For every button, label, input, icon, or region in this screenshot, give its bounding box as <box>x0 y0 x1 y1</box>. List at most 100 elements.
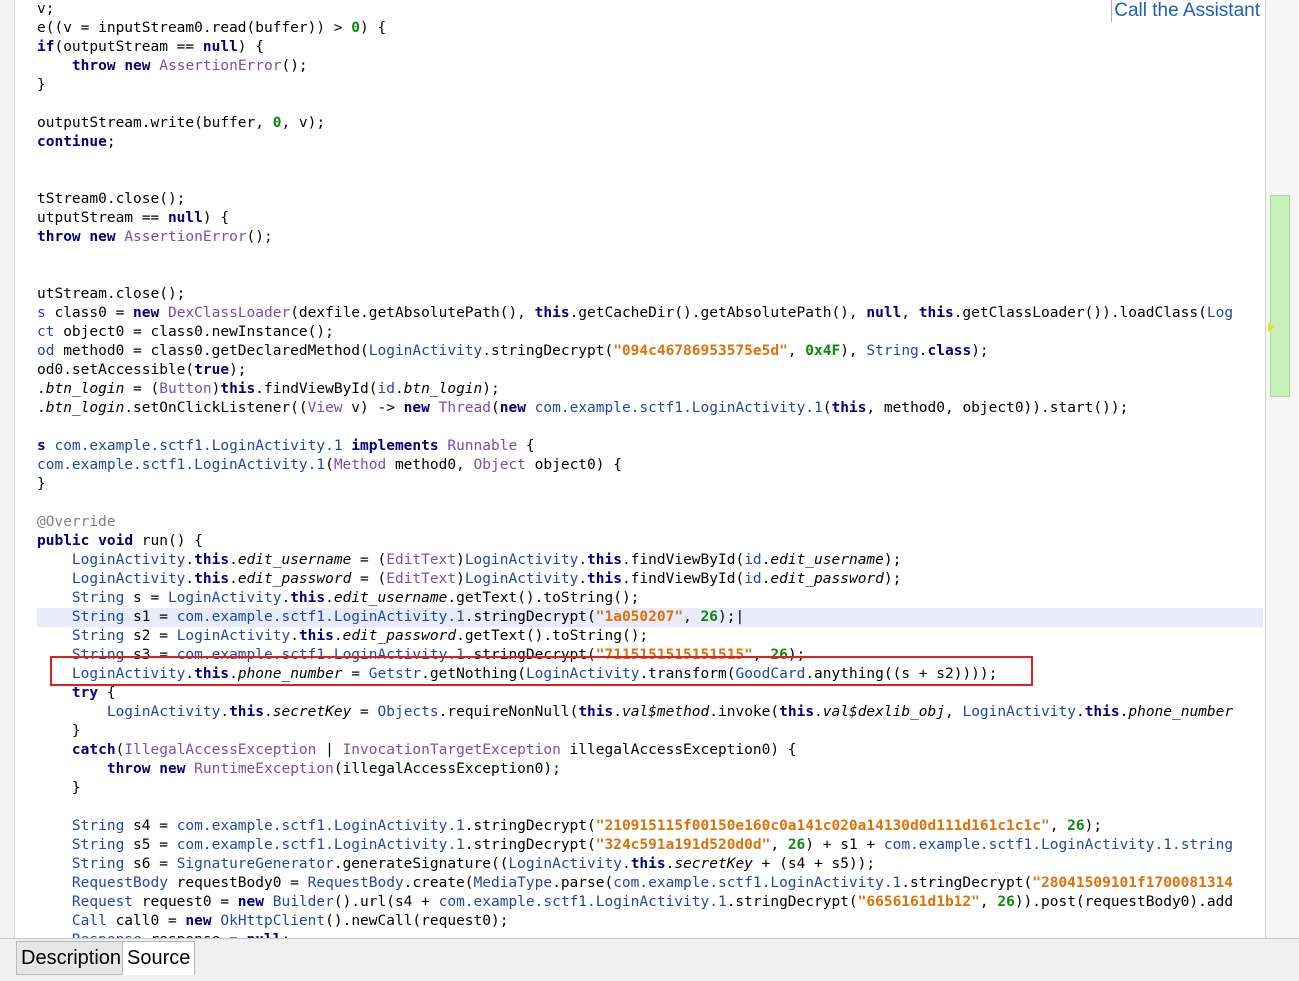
code-token: this <box>298 628 334 644</box>
code-line[interactable]: } <box>37 76 1263 95</box>
code-line[interactable]: od method0 = class0.getDeclaredMethod(Lo… <box>37 342 1263 361</box>
code-token: public <box>37 533 90 549</box>
code-token: . <box>290 628 299 644</box>
code-token: method0, <box>386 457 474 473</box>
code-line[interactable]: } <box>37 475 1263 494</box>
code-token: com.example.sctf1.LoginActivity.1 <box>613 875 902 891</box>
code-line[interactable]: com.example.sctf1.LoginActivity.1(Method… <box>37 456 1263 475</box>
code-line[interactable]: String s4 = com.example.sctf1.LoginActiv… <box>37 817 1263 836</box>
code-line[interactable] <box>37 247 1263 266</box>
code-token: this <box>220 381 256 397</box>
code-line[interactable] <box>37 494 1263 513</box>
code-token: (illegalAccessException0); <box>333 761 561 777</box>
code-line[interactable] <box>37 418 1263 437</box>
code-token: . <box>229 552 238 568</box>
code-token: (); <box>281 58 308 74</box>
code-token: .stringDecrypt( <box>482 343 614 359</box>
code-line[interactable]: continue; <box>37 133 1263 152</box>
code-token: .create( <box>403 875 474 891</box>
code-line[interactable]: s class0 = new DexClassLoader(dexfile.ge… <box>37 304 1263 323</box>
code-line[interactable]: String s = LoginActivity.this.edit_usern… <box>37 589 1263 608</box>
code-line[interactable]: v; <box>37 0 1263 19</box>
source-code[interactable]: v; e((v = inputStream0.read(buffer)) > 0)… <box>37 0 1263 938</box>
code-line[interactable]: LoginActivity.this.edit_username = (Edit… <box>37 551 1263 570</box>
code-token: this <box>587 571 622 587</box>
code-token: . <box>37 381 46 397</box>
code-token: phone_number <box>1128 704 1234 720</box>
code-token: Object <box>473 457 526 473</box>
code-token: String <box>71 837 125 853</box>
code-line[interactable]: String s2 = LoginActivity.this.edit_pass… <box>37 627 1263 646</box>
code-token: , method0, object0)).start()); <box>866 400 1129 416</box>
code-token: Runnable <box>447 438 518 454</box>
code-token: Thread <box>438 400 491 416</box>
code-token: null <box>866 305 902 321</box>
code-line[interactable] <box>37 152 1263 171</box>
code-token: catch <box>71 742 116 758</box>
code-token: "6656161d1b12" <box>857 894 980 910</box>
code-token: View <box>307 400 343 416</box>
code-line[interactable]: Call call0 = new OkHttpClient().newCall(… <box>37 912 1263 931</box>
code-token: String <box>71 628 125 644</box>
code-token: this <box>587 552 622 568</box>
code-token: s <box>37 305 46 321</box>
code-token: requestBody0 = <box>167 875 308 891</box>
code-line[interactable]: String s6 = SignatureGenerator.generateS… <box>37 855 1263 874</box>
code-line[interactable]: throw new AssertionError(); <box>37 57 1263 76</box>
code-token: LoginActivity <box>464 571 579 587</box>
code-line[interactable]: Response response = null; <box>37 931 1263 938</box>
code-line[interactable] <box>37 266 1263 285</box>
code-line[interactable]: s com.example.sctf1.LoginActivity.1 impl… <box>37 437 1263 456</box>
code-line[interactable]: if(outputStream == null) { <box>37 38 1263 57</box>
tab-description[interactable]: Description <box>16 941 127 975</box>
code-line[interactable]: RequestBody requestBody0 = RequestBody.c… <box>37 874 1263 893</box>
code-line[interactable]: utStream.close(); <box>37 285 1263 304</box>
code-line[interactable]: e((v = inputStream0.read(buffer)) > 0) { <box>37 19 1263 38</box>
code-token: com.example.sctf1.LoginActivity.1 <box>176 818 465 834</box>
code-token: this <box>194 571 230 587</box>
code-token: .generateSignature(( <box>333 856 509 872</box>
code-line[interactable]: tStream0.close(); <box>37 190 1263 209</box>
tab-source[interactable]: Source <box>122 941 196 975</box>
code-line[interactable]: LoginActivity.this.secretKey = Objects.r… <box>37 703 1263 722</box>
code-line[interactable]: od0.setAccessible(true); <box>37 361 1263 380</box>
code-line[interactable]: .btn_login = (Button)this.findViewById(i… <box>37 380 1263 399</box>
scrollbar-thumb[interactable] <box>1270 195 1290 397</box>
code-token: 26 <box>787 837 806 853</box>
code-line[interactable]: LoginActivity.this.edit_password = (Edit… <box>37 570 1263 589</box>
code-line[interactable]: utputStream == null) { <box>37 209 1263 228</box>
editor-left-gutter <box>0 0 15 938</box>
code-token: . <box>229 571 238 587</box>
call-assistant-link[interactable]: Call the Assistant <box>1111 0 1262 22</box>
code-line[interactable]: } <box>37 779 1263 798</box>
code-token: LoginActivity <box>176 628 291 644</box>
code-line[interactable]: catch(IllegalAccessException | Invocatio… <box>37 741 1263 760</box>
code-token: SignatureGenerator <box>176 856 334 872</box>
code-token: object0 = class0.newInstance(); <box>54 324 334 340</box>
code-line[interactable]: Request request0 = new Builder().url(s4 … <box>37 893 1263 912</box>
code-line[interactable]: String s5 = com.example.sctf1.LoginActiv… <box>37 836 1263 855</box>
code-line[interactable] <box>37 95 1263 114</box>
code-line[interactable]: String s1 = com.example.sctf1.LoginActiv… <box>37 608 1263 627</box>
code-line[interactable]: try { <box>37 684 1263 703</box>
code-token: = ( <box>124 381 160 397</box>
code-token: "324c591a191d520d0d" <box>595 837 771 853</box>
code-line[interactable] <box>37 171 1263 190</box>
code-token: , <box>683 609 701 625</box>
code-line[interactable]: public void run() { <box>37 532 1263 551</box>
code-line[interactable]: throw new AssertionError(); <box>37 228 1263 247</box>
code-editor[interactable]: v; e((v = inputStream0.read(buffer)) > 0)… <box>15 0 1263 938</box>
code-line[interactable]: ct object0 = class0.newInstance(); <box>37 323 1263 342</box>
code-line[interactable]: } <box>37 722 1263 741</box>
code-token: . <box>394 381 404 397</box>
code-line[interactable]: .btn_login.setOnClickListener((View v) -… <box>37 399 1263 418</box>
code-line[interactable]: @Override <box>37 513 1263 532</box>
code-line[interactable]: throw new RuntimeException(illegalAccess… <box>37 760 1263 779</box>
code-token: LoginActivity <box>71 571 186 587</box>
code-token: ); <box>883 571 902 587</box>
vertical-scrollbar[interactable] <box>1265 0 1299 938</box>
code-line[interactable]: outputStream.write(buffer, 0, v); <box>37 114 1263 133</box>
code-line[interactable] <box>37 798 1263 817</box>
